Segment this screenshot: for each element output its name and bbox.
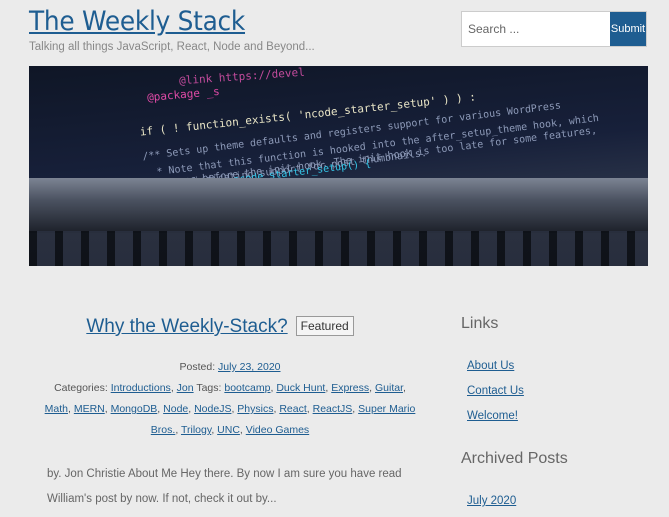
post-header: Why the Weekly-Stack? Featured (0, 316, 440, 338)
sidebar-link-about-us[interactable]: About Us (467, 360, 514, 372)
post-excerpt: by. Jon Christie About Me Hey there. By … (47, 468, 402, 505)
tag-link[interactable]: Node (163, 403, 188, 415)
archive-link-july-2020[interactable]: July 2020 (467, 495, 516, 507)
tag-link[interactable]: React (279, 403, 306, 415)
code-line: @package _s (146, 84, 221, 105)
hero-image: @link https://devel @package _s if ( ! f… (29, 66, 648, 266)
laptop-screen: @link https://devel @package _s if ( ! f… (29, 66, 648, 193)
category-link[interactable]: Introductions (111, 382, 171, 394)
tag-link[interactable]: Video Games (246, 424, 309, 436)
laptop-keyboard (29, 231, 648, 266)
tag-link[interactable]: Express (331, 382, 369, 394)
sidebar-link-contact-us[interactable]: Contact Us (467, 385, 524, 397)
post-date-link[interactable]: July 23, 2020 (218, 361, 280, 373)
tag-link[interactable]: Guitar (375, 382, 403, 394)
site-tagline: Talking all things JavaScript, React, No… (29, 41, 315, 53)
tag-link[interactable]: bootcamp (224, 382, 270, 394)
featured-badge: Featured (295, 316, 354, 336)
sidebar-link-welcome[interactable]: Welcome! (467, 410, 518, 422)
post-taxonomy: Categories: Introductions, Jon Tags: boo… (44, 382, 416, 436)
code-line: @link https://devel (178, 66, 306, 88)
tag-link[interactable]: Math (45, 403, 68, 415)
tag-link[interactable]: MongoDB (111, 403, 158, 415)
links-widget-title: Links (461, 315, 499, 332)
posted-label: Posted: (179, 361, 216, 373)
search-input[interactable] (462, 12, 610, 46)
tag-link[interactable]: UNC (217, 424, 240, 436)
search-submit-button[interactable]: Submit (610, 12, 646, 46)
tag-link[interactable]: Physics (237, 403, 273, 415)
site-title[interactable]: The Weekly Stack (29, 6, 245, 37)
archives-widget-title: Archived Posts (461, 450, 568, 467)
tag-link[interactable]: MERN (74, 403, 105, 415)
post-title-link[interactable]: Why the Weekly-Stack? (86, 316, 287, 337)
tag-link[interactable]: NodeJS (194, 403, 231, 415)
tag-link[interactable]: ReactJS (313, 403, 353, 415)
laptop-bezel (29, 178, 648, 233)
tag-link[interactable]: Trilogy (181, 424, 211, 436)
tag-link[interactable]: Duck Hunt (276, 382, 325, 394)
post-date-line: Posted: July 23, 2020 (40, 357, 420, 378)
search-form: Submit (461, 11, 647, 47)
tags-label: Tags: (196, 382, 222, 394)
category-link[interactable]: Jon (177, 382, 194, 394)
categories-label: Categories: (54, 382, 108, 394)
